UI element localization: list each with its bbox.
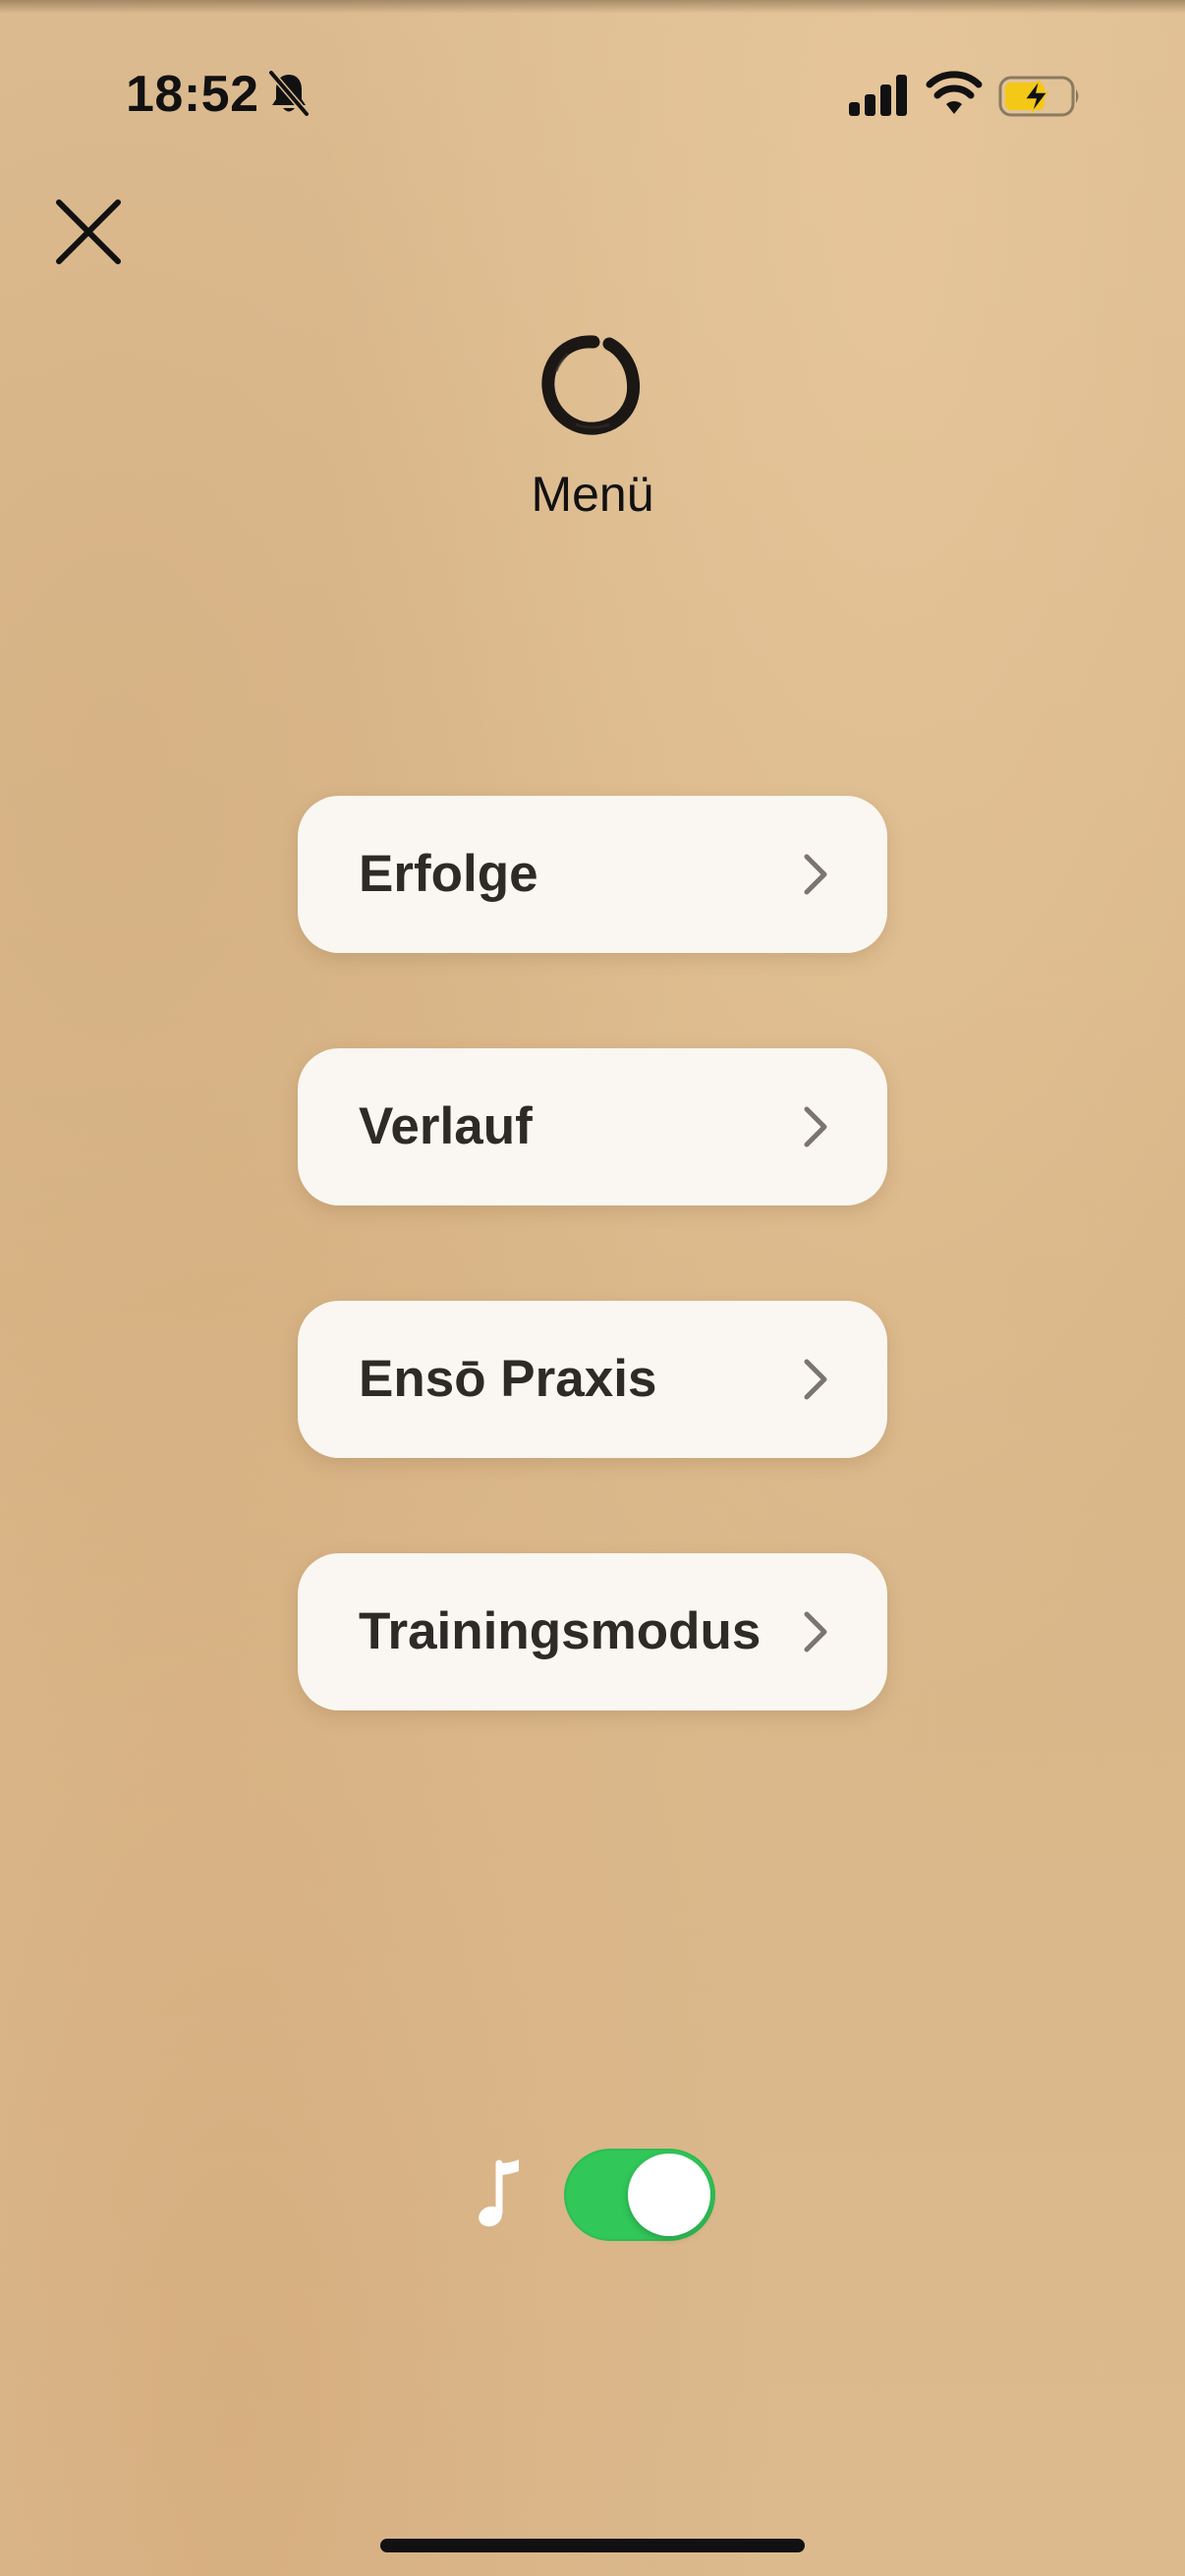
- menu-item-label: Trainingsmodus: [359, 1602, 762, 1660]
- chevron-right-icon: [804, 1106, 827, 1148]
- home-indicator[interactable]: [380, 2539, 805, 2552]
- menu-item-label: Ensō Praxis: [359, 1350, 657, 1408]
- menu-item-trainingsmodus[interactable]: Trainingsmodus: [298, 1553, 887, 1710]
- page-title: Menü: [531, 467, 654, 522]
- wifi-icon: [926, 71, 983, 114]
- close-button[interactable]: [49, 193, 128, 271]
- status-time: 18:52: [126, 66, 259, 123]
- bell-slash-icon: [268, 70, 310, 117]
- battery-charging-icon: [998, 76, 1079, 117]
- enso-circle-icon: [541, 335, 641, 435]
- top-edge-shadow: [0, 0, 1185, 14]
- chevron-right-icon: [804, 1611, 827, 1652]
- music-note-icon: [479, 2159, 519, 2227]
- menu-item-verlauf[interactable]: Verlauf: [298, 1048, 887, 1205]
- toggle-knob: [628, 2154, 710, 2236]
- music-toggle[interactable]: [564, 2149, 715, 2241]
- chevron-right-icon: [804, 1359, 827, 1400]
- cellular-signal-icon: [849, 75, 907, 116]
- chevron-right-icon: [804, 854, 827, 895]
- menu-item-label: Erfolge: [359, 845, 538, 903]
- menu-item-label: Verlauf: [359, 1097, 533, 1155]
- menu-item-erfolge[interactable]: Erfolge: [298, 796, 887, 953]
- menu-item-enso-praxis[interactable]: Ensō Praxis: [298, 1301, 887, 1458]
